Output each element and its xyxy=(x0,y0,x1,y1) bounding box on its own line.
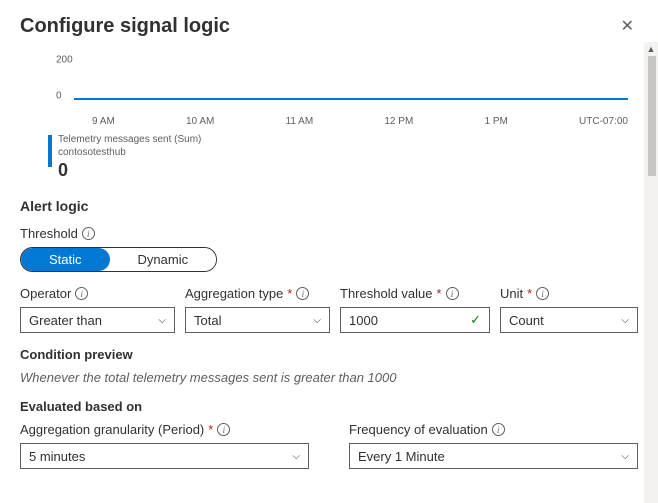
unit-label: Unit xyxy=(500,286,523,301)
unit-value: Count xyxy=(509,313,544,328)
frequency-select[interactable]: Every 1 Minute ⌵ xyxy=(349,443,638,469)
chevron-down-icon: ⌵ xyxy=(621,315,629,326)
info-icon[interactable]: i xyxy=(82,227,95,240)
granularity-value: 5 minutes xyxy=(29,449,85,464)
info-icon[interactable]: i xyxy=(492,423,505,436)
threshold-value-label: Threshold value xyxy=(340,286,433,301)
legend-swatch xyxy=(48,135,52,167)
operator-select[interactable]: Greater than ⌵ xyxy=(20,307,175,333)
xtick: 11 AM xyxy=(286,116,314,127)
chevron-down-icon: ⌵ xyxy=(158,315,166,326)
aggregation-select[interactable]: Total ⌵ xyxy=(185,307,330,333)
required-mark: * xyxy=(527,286,532,301)
aggregation-label: Aggregation type xyxy=(185,286,283,301)
info-icon[interactable]: i xyxy=(536,287,549,300)
operator-value: Greater than xyxy=(29,313,102,328)
info-icon[interactable]: i xyxy=(446,287,459,300)
alert-logic-heading: Alert logic xyxy=(20,198,638,214)
legend-value: 0 xyxy=(58,159,201,182)
condition-preview-text: Whenever the total telemetry messages se… xyxy=(20,370,638,385)
frequency-label: Frequency of evaluation xyxy=(349,422,488,437)
chart-line xyxy=(74,98,628,100)
chevron-down-icon: ⌵ xyxy=(313,315,321,326)
condition-preview-heading: Condition preview xyxy=(20,347,638,362)
threshold-value: 1000 xyxy=(349,313,378,328)
info-icon[interactable]: i xyxy=(296,287,309,300)
scroll-up-icon[interactable]: ▲ xyxy=(644,42,658,56)
required-mark: * xyxy=(208,422,213,437)
required-mark: * xyxy=(287,286,292,301)
ytick: 200 xyxy=(56,55,73,66)
threshold-toggle: Static Dynamic xyxy=(20,247,217,272)
required-mark: * xyxy=(437,286,442,301)
config-panel: Configure signal logic ✕ 200 0 9 AM 10 A… xyxy=(0,0,658,503)
frequency-value: Every 1 Minute xyxy=(358,449,445,464)
chevron-down-icon: ⌵ xyxy=(621,451,629,462)
close-icon[interactable]: ✕ xyxy=(617,12,638,40)
scrollbar-thumb[interactable] xyxy=(648,56,656,176)
xtick: 9 AM xyxy=(92,116,115,127)
panel-title: Configure signal logic xyxy=(20,15,230,38)
xtick: 12 PM xyxy=(384,116,413,127)
legend-resource: contosotesthub xyxy=(58,146,201,159)
threshold-value-input[interactable]: 1000 ✓ xyxy=(340,307,490,333)
info-icon[interactable]: i xyxy=(217,423,230,436)
timezone-label: UTC-07:00 xyxy=(579,116,628,127)
xtick: 10 AM xyxy=(186,116,214,127)
ytick: 0 xyxy=(56,91,62,102)
check-icon: ✓ xyxy=(470,312,481,328)
threshold-label: Threshold xyxy=(20,226,78,241)
threshold-static-option[interactable]: Static xyxy=(21,248,110,271)
aggregation-value: Total xyxy=(194,313,221,328)
info-icon[interactable]: i xyxy=(75,287,88,300)
xtick: 1 PM xyxy=(484,116,507,127)
legend-series-name: Telemetry messages sent (Sum) xyxy=(58,133,201,146)
unit-select[interactable]: Count ⌵ xyxy=(500,307,638,333)
granularity-label: Aggregation granularity (Period) xyxy=(20,422,204,437)
granularity-select[interactable]: 5 minutes ⌵ xyxy=(20,443,309,469)
threshold-dynamic-option[interactable]: Dynamic xyxy=(110,248,217,271)
operator-label: Operator xyxy=(20,286,71,301)
chevron-down-icon: ⌵ xyxy=(292,451,300,462)
evaluated-heading: Evaluated based on xyxy=(20,399,638,414)
metric-chart: 200 0 9 AM 10 AM 11 AM 12 PM 1 PM UTC-07… xyxy=(20,52,638,182)
